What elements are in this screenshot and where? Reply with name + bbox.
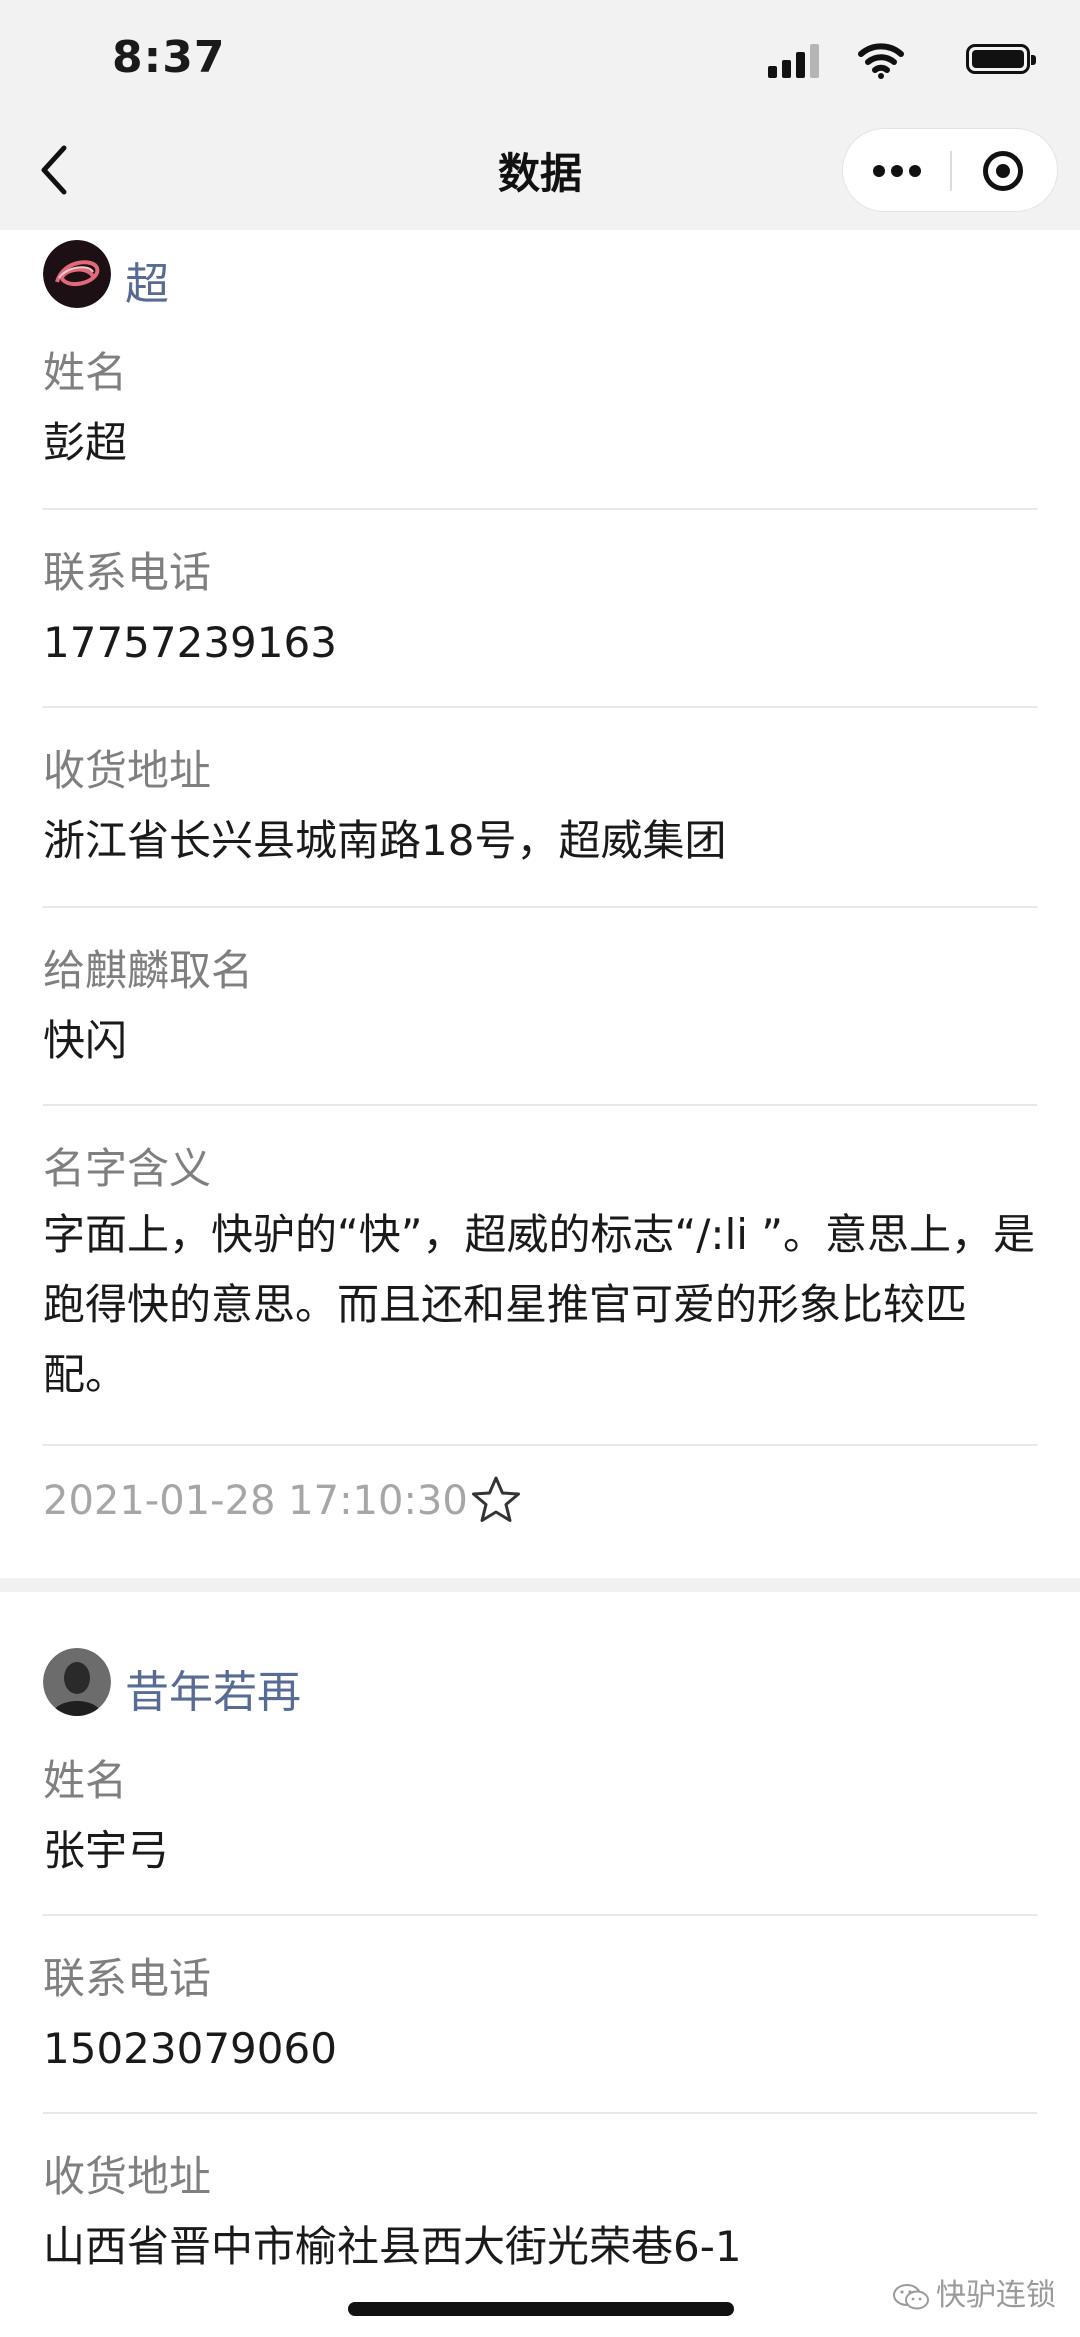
field-label: 联系电话 [43, 548, 212, 597]
avatar[interactable] [43, 240, 111, 308]
username[interactable]: 昔年若再 [125, 1656, 301, 1720]
field-label: 姓名 [43, 348, 128, 397]
entry-separator [0, 1578, 1080, 1592]
close-button[interactable] [951, 129, 1059, 213]
field-value: 15023079060 [43, 2024, 337, 2073]
field-value: 张宇弓 [43, 1826, 170, 1875]
field-address: 收货地址 山西省晋中市榆社县西大街光荣巷6-1 [43, 2152, 1037, 2282]
status-icons [730, 40, 1036, 80]
field-label: 姓名 [43, 1756, 128, 1805]
miniprogram-capsule [842, 128, 1058, 212]
field-label: 收货地址 [43, 2152, 212, 2201]
field-name: 姓名 张宇弓 [43, 1756, 1037, 1886]
field-value: 山西省晋中市榆社县西大街光荣巷6-1 [43, 2222, 742, 2271]
divider [43, 1444, 1037, 1446]
field-value: 浙江省长兴县城南路18号，超威集团 [43, 816, 727, 865]
top-bar: 8:37 数据 [0, 0, 1080, 230]
field-address: 收货地址 浙江省长兴县城南路18号，超威集团 [43, 746, 1037, 876]
star-icon[interactable] [470, 1474, 522, 1526]
field-value: 彭超 [43, 418, 128, 467]
wifi-icon [858, 43, 904, 79]
field-value: 快闪 [43, 1016, 128, 1065]
status-time: 8:37 [112, 32, 226, 83]
watermark-text: 快驴连锁 [936, 2278, 1056, 2313]
wechat-icon [893, 2283, 929, 2309]
field-value: 17757239163 [43, 618, 337, 667]
home-indicator [348, 2302, 734, 2316]
field-name: 姓名 彭超 [43, 348, 1037, 478]
divider [43, 706, 1037, 708]
entry-card: 昔年若再 姓名 张宇弓 联系电话 15023079060 收货地址 山西省晋中市… [0, 1592, 1080, 2337]
entry-card: 超 姓名 彭超 联系电话 17757239163 收货地址 浙江省长兴县城南路1… [0, 230, 1080, 1578]
field-phone: 联系电话 15023079060 [43, 1954, 1037, 2084]
avatar[interactable] [43, 1648, 111, 1716]
divider [43, 2112, 1037, 2114]
more-button[interactable] [843, 129, 951, 213]
field-label: 收货地址 [43, 746, 212, 795]
field-label: 给麒麟取名 [43, 946, 254, 995]
watermark: 快驴连锁 [892, 2270, 1056, 2314]
username[interactable]: 超 [125, 248, 169, 312]
timestamp: 2021-01-28 17:10:30 [43, 1478, 468, 1524]
divider [43, 1914, 1037, 1916]
field-label: 名字含义 [43, 1144, 212, 1193]
battery-icon [966, 44, 1036, 74]
divider [43, 508, 1037, 510]
field-value: 字面上，快驴的“快”，超威的标志“/:li ”。意思上，是跑得快的意思。而且还和… [43, 1210, 1036, 1399]
field-label: 联系电话 [43, 1954, 212, 2003]
divider [43, 1104, 1037, 1106]
divider [43, 906, 1037, 908]
field-name-meaning: 名字含义 字面上，快驴的“快”，超威的标志“/:li ”。意思上，是跑得快的意思… [43, 1144, 1037, 1410]
field-qilin-name: 给麒麟取名 快闪 [43, 946, 1037, 1076]
field-phone: 联系电话 17757239163 [43, 548, 1037, 678]
signal-icon [768, 44, 820, 78]
